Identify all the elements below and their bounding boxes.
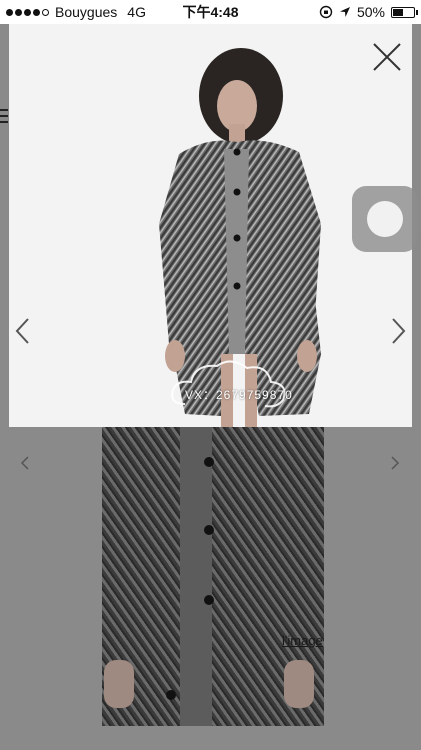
battery-icon	[391, 6, 418, 18]
menu-icon	[0, 109, 8, 123]
chevron-left-icon[interactable]	[13, 316, 33, 346]
background-image-link[interactable]: l'image	[282, 633, 323, 648]
network-type: 4G	[127, 4, 146, 20]
assistive-touch-icon	[367, 201, 403, 237]
signal-strength-icon	[6, 8, 49, 16]
chevron-right-icon[interactable]	[388, 316, 408, 346]
rotation-lock-icon	[319, 5, 333, 19]
carrier-name: Bouygues	[55, 4, 118, 20]
background-next-icon[interactable]	[390, 455, 400, 471]
background-product-shirt	[180, 404, 212, 726]
status-bar: Bouygues 4G 下午4:48 50%	[0, 0, 421, 24]
coat-button	[204, 525, 214, 535]
battery-percent: 50%	[356, 4, 385, 20]
assistive-touch-button[interactable]	[352, 186, 418, 252]
background-hand	[104, 660, 134, 708]
background-prev-icon[interactable]	[20, 455, 30, 471]
watermark-text: VX：2679759870	[185, 388, 293, 402]
coat-button	[166, 690, 176, 700]
coat-button	[204, 595, 214, 605]
coat-button	[204, 457, 214, 467]
background-hand	[284, 660, 314, 708]
close-icon[interactable]	[370, 40, 404, 74]
watermark-cloud-icon	[171, 360, 286, 408]
location-icon	[339, 7, 350, 17]
